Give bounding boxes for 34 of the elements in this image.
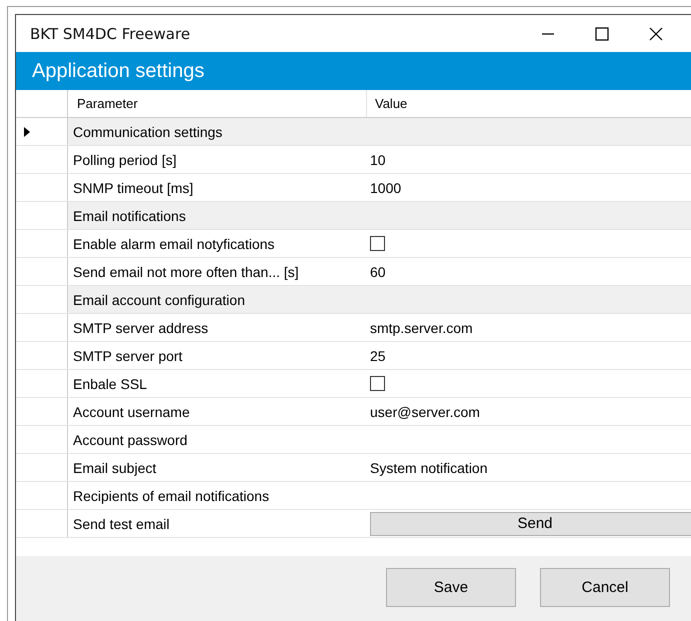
parameter-cell-text: Send test email bbox=[72, 514, 170, 534]
value-cell[interactable]: smtp.server.com bbox=[370, 320, 473, 336]
send-button[interactable]: Send bbox=[370, 512, 691, 536]
value-cell[interactable]: user@server.com bbox=[370, 404, 480, 420]
value-cell[interactable]: 60 bbox=[370, 264, 386, 280]
window-title: BKT SM4DC Freeware bbox=[30, 24, 190, 42]
parameter-cell-text: SMTP server port bbox=[72, 346, 184, 366]
parameter-cell-text: Recipients of email notifications bbox=[72, 486, 270, 506]
parameter-cell-text: Email subject bbox=[72, 458, 158, 478]
value-cell[interactable]: 25 bbox=[370, 348, 386, 364]
close-icon[interactable] bbox=[648, 26, 664, 42]
parameter-cell: Email notifications bbox=[68, 202, 691, 229]
value-cell[interactable]: System notification bbox=[370, 460, 488, 476]
cancel-button[interactable]: Cancel bbox=[540, 568, 670, 607]
parameter-cell-text: Enable alarm email notyfications bbox=[72, 234, 276, 254]
value-cell[interactable]: 10 bbox=[370, 152, 386, 168]
column-header[interactable]: Parameter bbox=[68, 90, 367, 117]
parameter-cell: Communication settings bbox=[68, 118, 691, 145]
parameter-cell-text: SMTP server address bbox=[72, 318, 210, 338]
current-row-icon bbox=[24, 126, 30, 136]
parameter-cell-text: Account password bbox=[72, 430, 188, 450]
header-title: Application settings bbox=[32, 60, 204, 82]
checkbox[interactable] bbox=[370, 236, 385, 251]
value-cell[interactable]: 1000 bbox=[370, 180, 402, 196]
maximize-icon[interactable] bbox=[594, 26, 610, 42]
parameter-cell-text: SNMP timeout [ms] bbox=[72, 178, 194, 198]
parameter-cell: Email account configuration bbox=[68, 286, 691, 313]
column-header[interactable]: Value bbox=[367, 90, 691, 117]
parameter-cell-text: Enbale SSL bbox=[72, 374, 148, 394]
parameter-cell-text: Send email not more often than... [s] bbox=[72, 262, 300, 282]
parameter-cell-text: Account username bbox=[72, 402, 191, 422]
save-button[interactable]: Save bbox=[386, 568, 516, 607]
parameter-cell-text: Polling period [s] bbox=[72, 150, 178, 170]
checkbox[interactable] bbox=[370, 376, 385, 391]
